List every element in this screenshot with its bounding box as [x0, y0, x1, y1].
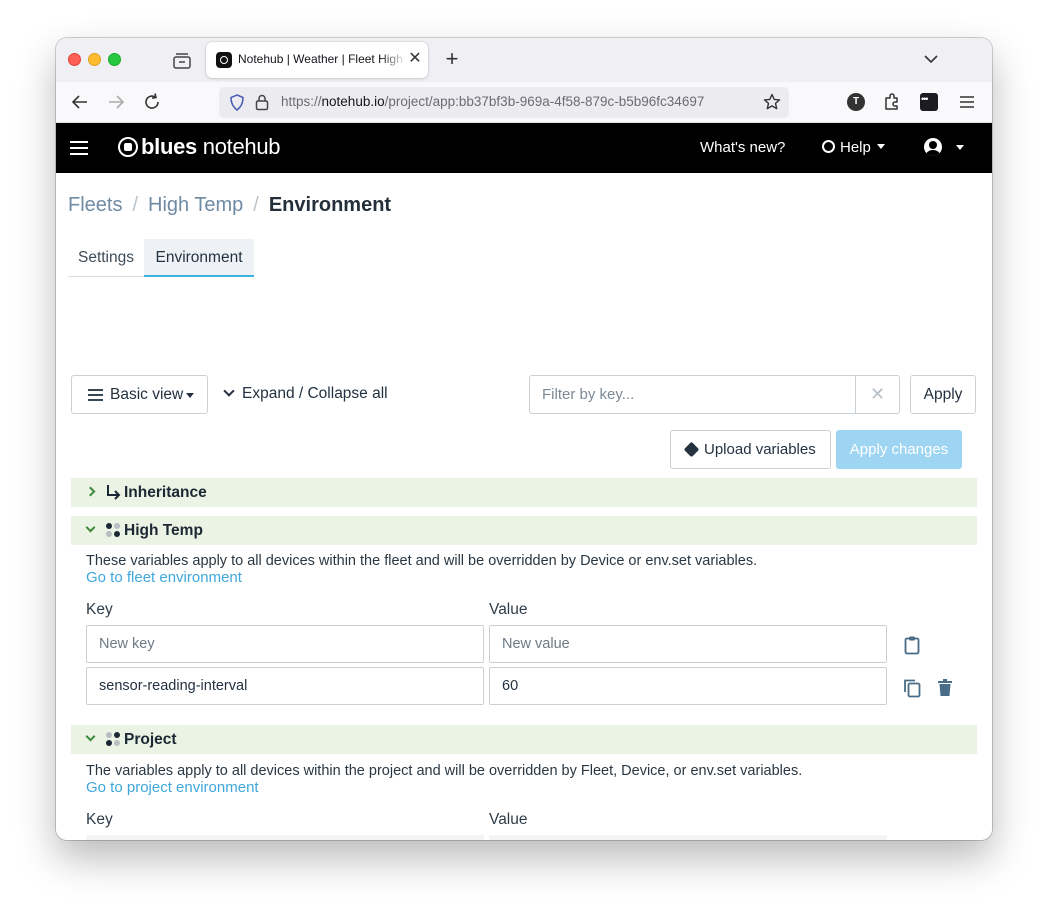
new-value-input[interactable] — [489, 625, 887, 663]
upload-variables-button[interactable]: Upload variables — [670, 430, 831, 469]
expand-collapse-label: Expand / Collapse all — [242, 385, 388, 402]
tab-overflow-chevron-icon[interactable] — [922, 50, 940, 68]
upload-diamond-icon — [683, 441, 700, 458]
project-dots-icon — [106, 732, 120, 746]
back-arrow-icon[interactable] — [70, 92, 90, 112]
tab-strip: Notehub | Weather | Fleet High Temp ✕ + — [56, 38, 992, 82]
notehub-favicon-icon — [216, 52, 232, 68]
project-description: The variables apply to all devices withi… — [86, 763, 803, 779]
key-column-label: Key — [86, 811, 113, 828]
section-project-header[interactable]: Project — [71, 725, 977, 754]
key-column-label: Key — [86, 601, 113, 618]
help-menu[interactable]: Help — [822, 139, 885, 156]
go-to-project-environment-link[interactable]: Go to project environment — [86, 779, 259, 796]
zoom-window-button[interactable] — [108, 53, 121, 66]
side-menu-hamburger-icon[interactable] — [70, 140, 88, 156]
page-content: Fleets / High Temp / Environment Settings En… — [56, 173, 992, 840]
help-label: Help — [840, 139, 871, 156]
expand-collapse-all-button[interactable]: Expand / Collapse all — [222, 385, 388, 403]
copy-icon[interactable] — [902, 678, 922, 698]
browser-window: Notehub | Weather | Fleet High Temp ✕ + — [56, 38, 992, 840]
paste-clipboard-icon[interactable] — [902, 635, 922, 655]
section-fleet-header[interactable]: High Temp — [71, 516, 977, 545]
list-lines-icon — [88, 389, 103, 401]
app-menu-icon[interactable] — [958, 93, 976, 111]
fleet-dots-icon — [106, 523, 120, 537]
breadcrumb-high-temp[interactable]: High Temp — [148, 194, 243, 216]
go-to-fleet-environment-link[interactable]: Go to fleet environment — [86, 569, 242, 586]
basic-view-dropdown[interactable]: Basic view — [71, 375, 208, 414]
user-avatar-icon — [924, 138, 942, 156]
section-inheritance-header[interactable]: Inheritance — [71, 478, 977, 507]
caret-down-icon — [186, 393, 194, 398]
apply-changes-button[interactable]: Apply changes — [836, 430, 962, 469]
browser-tab-active[interactable]: Notehub | Weather | Fleet High Temp ✕ — [206, 42, 428, 78]
blues-logo-icon[interactable] — [118, 137, 138, 157]
browser-tab-title: Notehub | Weather | Fleet High Temp — [238, 52, 406, 66]
chevron-down-icon — [85, 731, 96, 742]
url-bar[interactable]: https://notehub.io/project/app:bb37bf3b-… — [219, 87, 789, 118]
project-variable-key-field — [86, 835, 484, 840]
forward-arrow-icon[interactable] — [106, 92, 126, 112]
new-tab-button[interactable]: + — [442, 48, 462, 70]
chevron-down-icon — [223, 385, 235, 397]
tab-environment[interactable]: Environment — [144, 239, 254, 277]
variable-key-field[interactable] — [86, 667, 484, 705]
value-column-label: Value — [489, 601, 528, 618]
extensions-puzzle-icon[interactable] — [882, 92, 902, 112]
section-title: Inheritance — [124, 484, 207, 501]
apply-filter-button[interactable]: Apply — [910, 375, 976, 414]
minimize-window-button[interactable] — [88, 53, 101, 66]
account-menu[interactable] — [924, 138, 968, 158]
breadcrumb: Fleets / High Temp / Environment — [68, 194, 391, 217]
notehub-logo[interactable]: blues notehub — [141, 134, 281, 160]
upload-variables-label: Upload variables — [704, 441, 816, 458]
clear-filter-icon[interactable]: ✕ — [855, 376, 899, 413]
chevron-down-icon — [85, 522, 96, 533]
section-title: High Temp — [124, 522, 203, 539]
section-title: Project — [124, 731, 177, 748]
variable-value-field[interactable] — [489, 667, 887, 705]
chevron-right-icon — [85, 486, 96, 497]
inheritance-arrow-icon — [107, 485, 121, 500]
tab-settings[interactable]: Settings — [68, 239, 144, 277]
extension-t-icon[interactable]: T — [847, 93, 865, 111]
breadcrumb-current: Environment — [268, 194, 392, 216]
account-caret-icon — [956, 145, 964, 150]
breadcrumb-fleets[interactable]: Fleets — [68, 194, 122, 216]
breadcrumb-separator: / — [253, 194, 259, 216]
tab-list-icon[interactable] — [172, 52, 192, 70]
whats-new-link[interactable]: What's new? — [700, 139, 785, 156]
breadcrumb-separator: / — [132, 194, 139, 216]
fleet-description: These variables apply to all devices wit… — [86, 553, 758, 569]
navigation-bar: https://notehub.io/project/app:bb37bf3b-… — [56, 82, 992, 123]
basic-view-label: Basic view — [110, 386, 184, 403]
close-window-button[interactable] — [68, 53, 81, 66]
close-tab-icon[interactable]: ✕ — [407, 50, 423, 68]
delete-trash-icon[interactable] — [935, 678, 955, 698]
bookmark-star-icon[interactable] — [763, 93, 781, 111]
reload-icon[interactable] — [142, 92, 162, 112]
chevron-down-icon — [876, 144, 885, 149]
project-variable-value-field — [489, 835, 887, 840]
tracking-protection-shield-icon[interactable] — [229, 94, 245, 111]
filter-by-key-input[interactable] — [530, 376, 855, 413]
value-column-label: Value — [489, 811, 528, 828]
lock-icon[interactable] — [255, 94, 269, 111]
new-key-input[interactable] — [86, 625, 484, 663]
password-manager-extension-icon[interactable] — [920, 93, 938, 111]
filter-group: ✕ — [529, 375, 900, 414]
url-text[interactable]: https://notehub.io/project/app:bb37bf3b-… — [281, 94, 753, 109]
app-header: blues notehub What's new? Help — [56, 123, 992, 173]
help-lifebuoy-icon — [822, 140, 835, 153]
